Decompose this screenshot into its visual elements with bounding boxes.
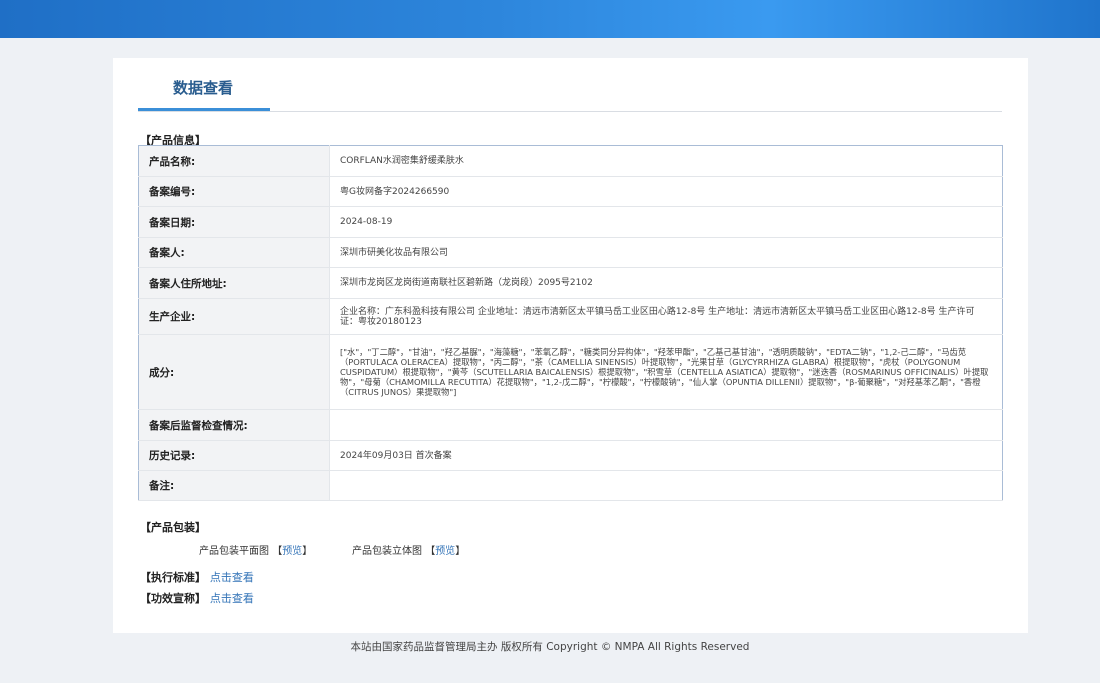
row-value: 粤G妆网备字2024266590 (329, 176, 1003, 207)
row-value (329, 470, 1003, 501)
top-banner (0, 0, 1100, 38)
product-info-table: 产品名称: CORFLAN水润密集舒缓柔肤水 备案编号: 粤G妆网备字20242… (138, 145, 1003, 501)
row-label: 备案人: (138, 237, 330, 268)
row-label: 备注: (138, 470, 330, 501)
table-row: 备案编号: 粤G妆网备字2024266590 (138, 176, 1003, 207)
row-value: 深圳市龙岗区龙岗街道南联社区碧新路（龙岗段）2095号2102 (329, 267, 1003, 299)
pkg-3d-preview-link[interactable]: 预览 (435, 546, 455, 557)
row-value (329, 409, 1003, 441)
bracket-close: 】 (302, 546, 313, 557)
row-value: 2024年09月03日 首次备案 (329, 440, 1003, 471)
row-value: 企业名称：广东科盈科技有限公司 企业地址：清远市清新区太平镇马岳工业区田心路12… (329, 298, 1003, 335)
row-label: 产品名称: (138, 145, 330, 177)
pkg-flat-preview-link[interactable]: 预览 (282, 546, 302, 557)
row-value: 深圳市研美化妆品有限公司 (329, 237, 1003, 268)
footer-copyright: 本站由国家药品监督管理局主办 版权所有 Copyright © NMPA All… (350, 641, 750, 653)
row-label: 历史记录: (138, 440, 330, 471)
table-row: 备案人住所地址: 深圳市龙岗区龙岗街道南联社区碧新路（龙岗段）2095号2102 (138, 267, 1003, 299)
standard-row: 【执行标准】 点击查看 (140, 569, 254, 585)
row-label: 备案编号: (138, 176, 330, 207)
standard-label: 【执行标准】 (140, 571, 206, 584)
bracket-open: 【 (425, 546, 436, 557)
row-label: 备案人住所地址: (138, 267, 330, 299)
packaging-title: 【产品包装】 (140, 521, 206, 534)
tab-data-view[interactable]: 数据查看 (173, 77, 233, 98)
bracket-open: 【 (272, 546, 283, 557)
standard-view-link[interactable]: 点击查看 (210, 571, 254, 584)
row-value: 2024-08-19 (329, 206, 1003, 238)
row-label: 备案后监督检查情况: (138, 409, 330, 441)
active-tab-indicator (138, 108, 270, 111)
table-row: 备注: (138, 470, 1003, 501)
pkg-flat-item: 产品包装平面图 【预览】 (199, 542, 312, 557)
table-row: 历史记录: 2024年09月03日 首次备案 (138, 440, 1003, 471)
table-row: 成分: ["水"，"丁二醇"，"甘油"，"羟乙基脲"，"海藻糖"，"苯氧乙醇"，… (138, 334, 1003, 410)
tab-bar: 数据查看 (138, 58, 1002, 112)
efficacy-row: 【功效宣称】 点击查看 (140, 590, 254, 606)
table-row: 生产企业: 企业名称：广东科盈科技有限公司 企业地址：清远市清新区太平镇马岳工业… (138, 298, 1003, 335)
pkg-3d-label: 产品包装立体图 (352, 546, 422, 557)
table-row: 产品名称: CORFLAN水润密集舒缓柔肤水 (138, 145, 1003, 177)
bracket-close: 】 (455, 546, 466, 557)
row-value: ["水"，"丁二醇"，"甘油"，"羟乙基脲"，"海藻糖"，"苯氧乙醇"，"糖类同… (329, 334, 1003, 410)
pkg-3d-item: 产品包装立体图 【预览】 (352, 542, 465, 557)
row-label: 备案日期: (138, 206, 330, 238)
efficacy-label: 【功效宣称】 (140, 592, 206, 605)
pkg-flat-label: 产品包装平面图 (199, 546, 269, 557)
row-value: CORFLAN水润密集舒缓柔肤水 (329, 145, 1003, 177)
content-card: 数据查看 【产品信息】 产品名称: CORFLAN水润密集舒缓柔肤水 备案编号:… (113, 58, 1028, 633)
efficacy-view-link[interactable]: 点击查看 (210, 592, 254, 605)
row-label: 成分: (138, 334, 330, 410)
table-row: 备案后监督检查情况: (138, 409, 1003, 441)
row-label: 生产企业: (138, 298, 330, 335)
table-row: 备案日期: 2024-08-19 (138, 206, 1003, 238)
table-row: 备案人: 深圳市研美化妆品有限公司 (138, 237, 1003, 268)
